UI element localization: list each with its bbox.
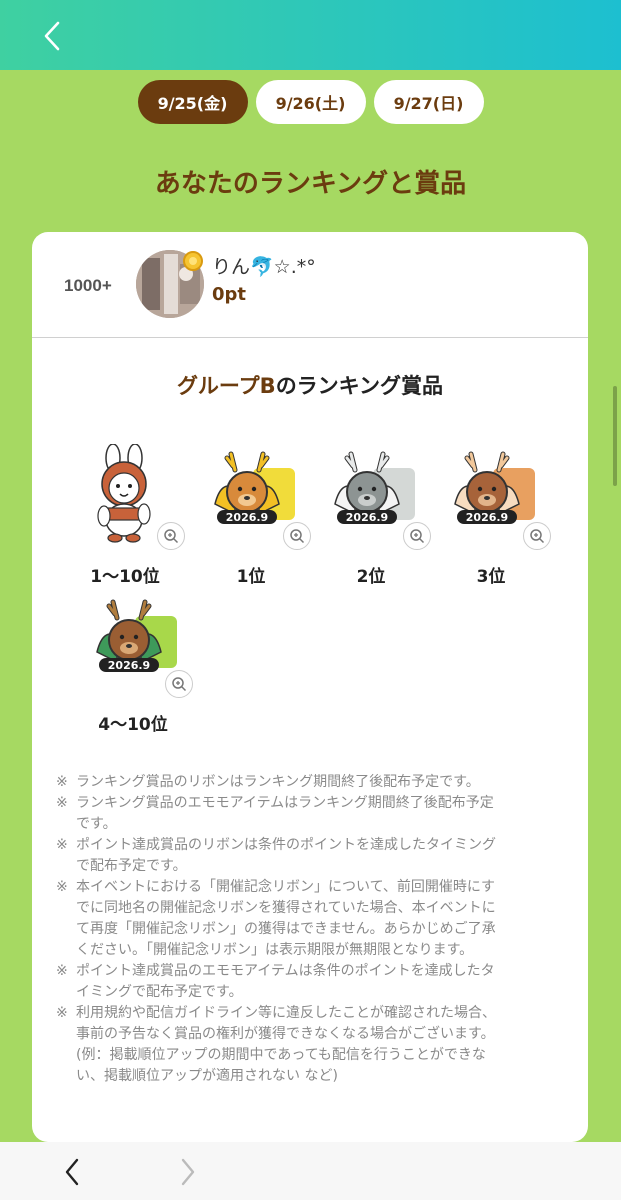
note-line: (例：掲載順位アップの期間中であっても配信を行うことができな <box>76 1047 486 1063</box>
zoom-in-icon <box>410 529 425 544</box>
note-item: ※ ポイント達成賞品のエモモアイテムは条件のポイントを達成したタ イミングで配布… <box>56 961 566 1003</box>
scrollbar[interactable] <box>613 386 617 486</box>
zoom-button[interactable] <box>165 670 193 698</box>
tab-date-1[interactable]: 9/25(金) <box>137 80 248 124</box>
group-name: グループB <box>176 374 276 398</box>
note-mark: ※ <box>56 963 68 979</box>
ranking-card: 1000+ りん🐬☆.*° 0pt グループBのランキング賞品 1〜10位 20… <box>32 232 588 1142</box>
badge-year-text: 2026.9 <box>466 511 508 524</box>
note-text: ポイント達成賞品のリボンは条件のポイントを達成したタイミング で配布予定です。 <box>76 835 496 877</box>
medal-icon <box>183 251 203 271</box>
prize-image[interactable]: 2026.9 <box>83 592 193 698</box>
note-mark: ※ <box>56 795 68 811</box>
user-rank: 1000+ <box>64 276 112 295</box>
note-text: ランキング賞品のリボンはランキング期間終了後配布予定です。 <box>76 772 480 793</box>
note-mark: ※ <box>56 774 68 790</box>
zoom-in-icon <box>290 529 305 544</box>
note-line: 利用規約や配信ガイドライン等に違反したことが確認された場合、 <box>76 1005 496 1021</box>
zoom-in-icon <box>172 677 187 692</box>
note-line: 本イベントにおける「開催記念リボン」について、前回開催時にす <box>76 879 496 895</box>
group-title-suffix: のランキング賞品 <box>275 374 444 398</box>
notes-list: ※ ランキング賞品のリボンはランキング期間終了後配布予定です。 ※ ランキング賞… <box>56 772 566 1087</box>
badge-year-text: 2026.9 <box>226 511 268 524</box>
prize-item: 2026.9 3位 <box>436 444 551 587</box>
browser-forward-button[interactable] <box>170 1154 206 1190</box>
zoom-button[interactable] <box>283 522 311 550</box>
back-button[interactable] <box>30 14 74 58</box>
tab-date-3[interactable]: 9/27(日) <box>373 80 484 124</box>
browser-back-button[interactable] <box>54 1154 90 1190</box>
note-line: ポイント達成賞品のリボンは条件のポイントを達成したタイミング <box>76 837 496 853</box>
note-line: ランキング賞品のリボンはランキング期間終了後配布予定です。 <box>76 774 480 790</box>
note-line: でに同地名の開催記念リボンを獲得されていた場合、本イベントに <box>76 900 496 916</box>
badge-year-text: 2026.9 <box>108 659 150 672</box>
note-line: ください。「開催記念リボン」は表示期限が無期限となります。 <box>76 942 474 958</box>
section-title: あなたのランキングと賞品 <box>154 169 467 199</box>
user-points: 0pt <box>212 284 247 305</box>
zoom-button[interactable] <box>523 522 551 550</box>
prize-item: 2026.9 1位 <box>196 444 311 587</box>
browser-bottom-bar <box>0 1142 621 1200</box>
prize-rank-label: 2位 <box>356 567 386 587</box>
note-item: ※ 利用規約や配信ガイドライン等に違反したことが確認された場合、 事前の予告なく… <box>56 1003 566 1087</box>
prize-rank-label: 3位 <box>476 567 506 587</box>
note-item: ※ 本イベントにおける「開催記念リボン」について、前回開催時にす でに同地名の開… <box>56 877 566 961</box>
note-mark: ※ <box>56 837 68 853</box>
top-header <box>0 0 621 70</box>
note-line: で配布予定です。 <box>76 858 187 874</box>
user-name: りん🐬☆.*° <box>212 256 316 278</box>
zoom-in-icon <box>530 529 545 544</box>
prize-item: 2026.9 2位 <box>316 444 431 587</box>
note-line: ランキング賞品のエモモアイテムはランキング期間終了後配布予定 <box>76 795 494 811</box>
note-line: です。 <box>76 816 117 832</box>
note-line: イミングで配布予定です。 <box>76 984 243 1000</box>
date-tabs: 9/25(金) 9/26(土) 9/27(日) <box>0 80 621 124</box>
chevron-left-icon <box>44 21 60 51</box>
note-line: 事前の予告なく賞品の権利が獲得できなくなる場合がございます。 <box>76 1026 495 1042</box>
note-item: ※ ランキング賞品のエモモアイテムはランキング期間終了後配布予定 です。 <box>56 793 566 835</box>
prize-image[interactable]: 2026.9 <box>441 444 551 550</box>
note-line: て再度「開催記念リボン」の獲得はできません。あらかじめご了承 <box>76 921 496 937</box>
tab-date-2[interactable]: 9/26(土) <box>255 80 366 124</box>
note-line: い、掲載順位アップが適用されない など) <box>76 1068 338 1084</box>
badge-year-text: 2026.9 <box>346 511 388 524</box>
prize-rank-label: 4〜10位 <box>98 715 168 735</box>
zoom-button[interactable] <box>403 522 431 550</box>
prize-item: 1〜10位 <box>70 443 185 587</box>
chevron-left-icon <box>65 1158 79 1186</box>
prize-image[interactable] <box>75 443 185 550</box>
note-line: ポイント達成賞品のエモモアイテムは条件のポイントを達成したタ <box>76 963 495 979</box>
prize-rank-label: 1位 <box>236 567 266 587</box>
note-item: ※ ポイント達成賞品のリボンは条件のポイントを達成したタイミング で配布予定です… <box>56 835 566 877</box>
prize-image[interactable]: 2026.9 <box>201 444 311 550</box>
note-text: 利用規約や配信ガイドライン等に違反したことが確認された場合、 事前の予告なく賞品… <box>76 1003 496 1087</box>
note-text: ポイント達成賞品のエモモアイテムは条件のポイントを達成したタ イミングで配布予定… <box>76 961 495 1003</box>
user-ranking-row[interactable]: 1000+ りん🐬☆.*° 0pt <box>32 232 588 338</box>
note-mark: ※ <box>56 1005 68 1021</box>
group-prize-title: グループBのランキング賞品 <box>32 370 588 400</box>
chevron-right-icon <box>181 1158 195 1186</box>
note-text: 本イベントにおける「開催記念リボン」について、前回開催時にす でに同地名の開催記… <box>76 877 496 961</box>
note-mark: ※ <box>56 879 68 895</box>
prize-item: 2026.9 4〜10位 <box>78 592 193 735</box>
prize-rank-label: 1〜10位 <box>90 567 160 587</box>
prize-image[interactable]: 2026.9 <box>321 444 431 550</box>
zoom-in-icon <box>164 529 179 544</box>
note-text: ランキング賞品のエモモアイテムはランキング期間終了後配布予定 です。 <box>76 793 494 835</box>
note-item: ※ ランキング賞品のリボンはランキング期間終了後配布予定です。 <box>56 772 566 793</box>
zoom-button[interactable] <box>157 522 185 550</box>
